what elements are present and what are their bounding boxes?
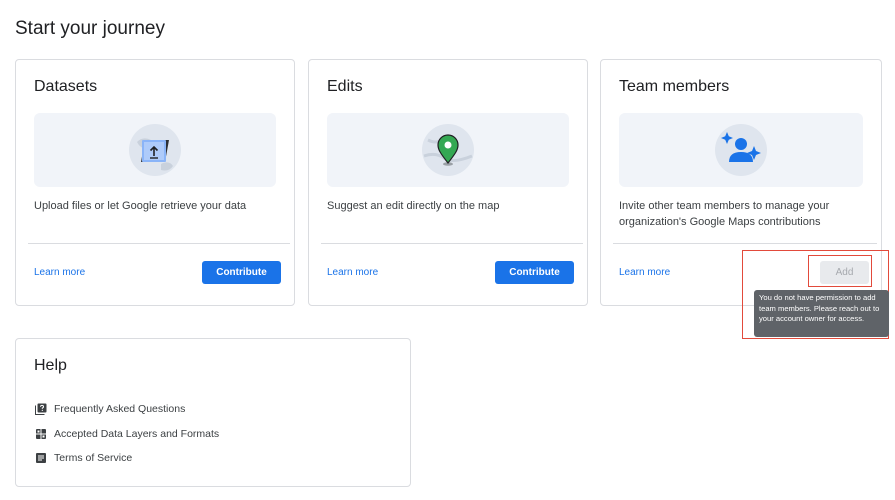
card-description: Upload files or let Google retrieve your… (34, 200, 247, 212)
grid-icon (35, 428, 47, 440)
card-title: Edits (327, 78, 363, 95)
datasets-illustration (34, 113, 276, 187)
card-title: Team members (619, 78, 730, 95)
add-team-member-button[interactable]: Add (820, 261, 869, 284)
map-pin-icon (422, 124, 474, 176)
faq-book-icon (35, 403, 47, 416)
help-list: Frequently Asked Questions Accepted Data… (35, 397, 219, 471)
card-description: Suggest an edit directly on the map (327, 200, 500, 212)
contribute-button[interactable]: Contribute (495, 261, 574, 284)
team-members-card: Team members Invite other team members t… (600, 59, 882, 306)
page-title: Start your journey (15, 18, 165, 39)
upload-laptop-icon (129, 124, 181, 176)
help-item-terms[interactable]: Terms of Service (35, 446, 219, 471)
help-item-label: Accepted Data Layers and Formats (54, 427, 220, 440)
divider (321, 243, 583, 244)
contribute-button[interactable]: Contribute (202, 261, 281, 284)
help-item-label: Frequently Asked Questions (54, 403, 186, 416)
help-item-data-layers[interactable]: Accepted Data Layers and Formats (35, 422, 219, 447)
datasets-card: Datasets Upload files or let Google retr… (15, 59, 295, 306)
learn-more-link[interactable]: Learn more (619, 267, 670, 278)
help-item-label: Terms of Service (54, 452, 133, 465)
divider (613, 243, 877, 244)
help-card: Help Frequently Asked Questions Accepted… (15, 338, 411, 487)
team-sparkle-icon (715, 124, 767, 176)
card-title: Help (34, 357, 67, 374)
edits-card: Edits Suggest an edit directly on the ma… (308, 59, 588, 306)
edits-illustration (327, 113, 569, 187)
card-title: Datasets (34, 78, 98, 95)
learn-more-link[interactable]: Learn more (327, 267, 378, 278)
team-illustration (619, 113, 863, 187)
document-icon (35, 452, 47, 464)
learn-more-link[interactable]: Learn more (34, 267, 85, 278)
permission-tooltip: You do not have permission to add team m… (754, 290, 889, 337)
help-item-faq[interactable]: Frequently Asked Questions (35, 397, 219, 422)
card-description: Invite other team members to manage your… (619, 200, 830, 228)
divider (28, 243, 290, 244)
